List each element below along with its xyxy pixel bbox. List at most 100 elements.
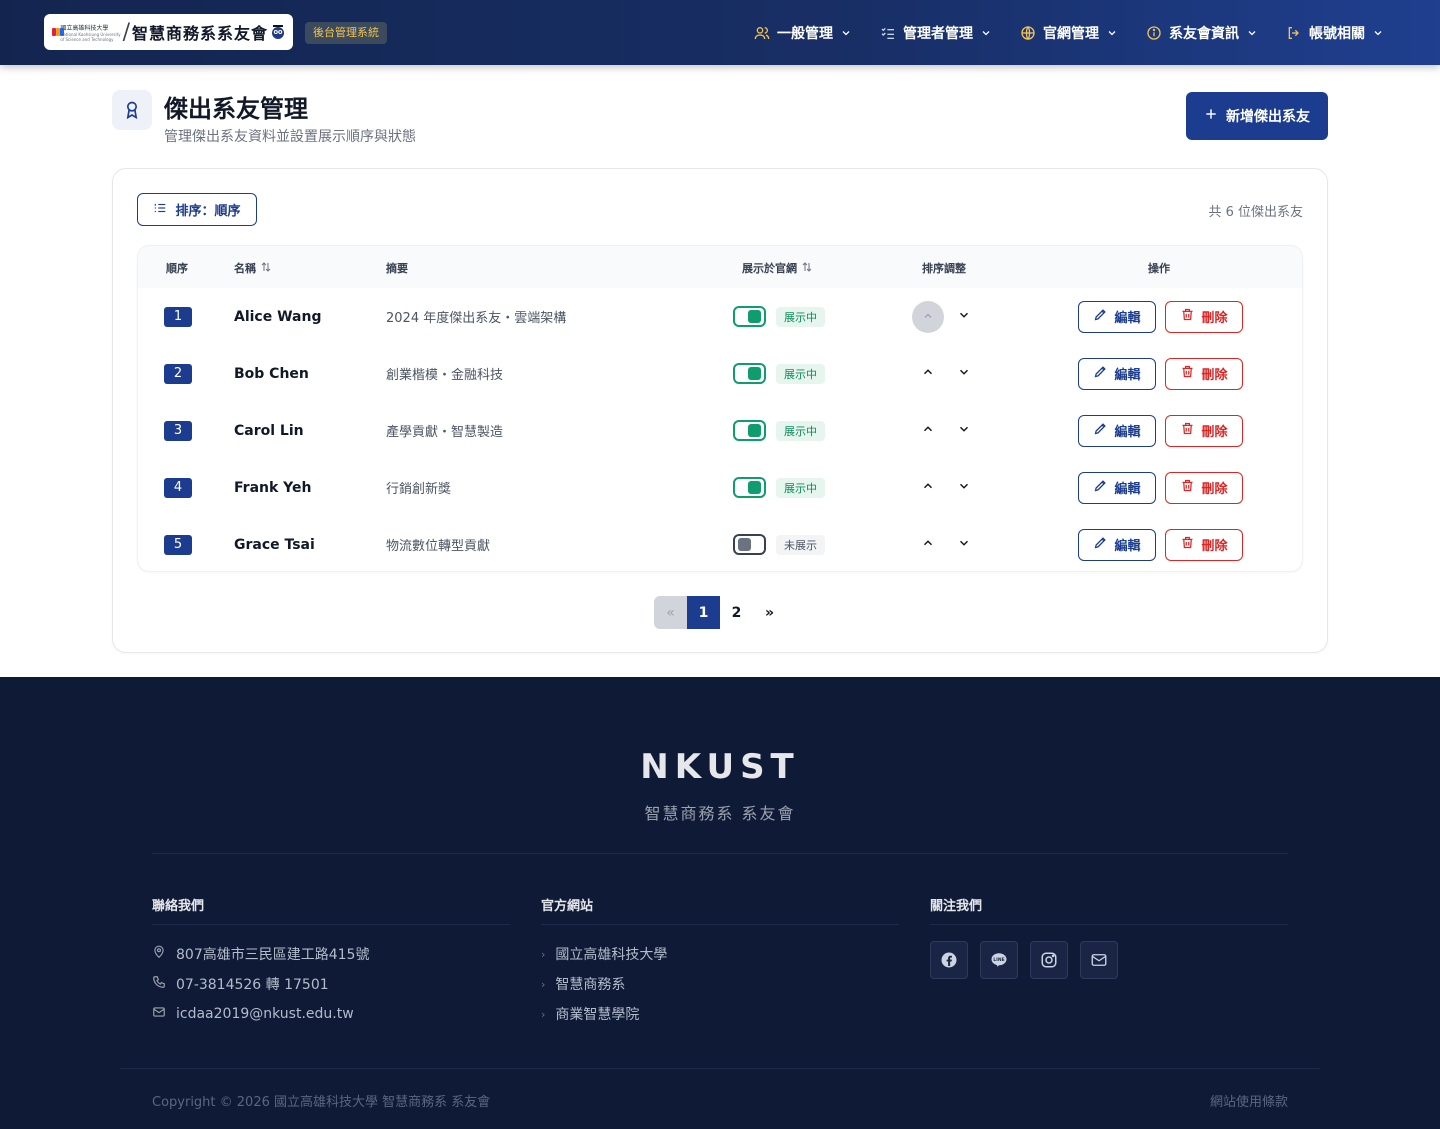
delete-button[interactable]: 刪除 [1165,414,1243,447]
move-up-button[interactable] [912,300,944,333]
order-cell: 3 [164,402,192,459]
delete-button[interactable]: 刪除 [1165,357,1243,390]
move-up-button[interactable] [912,358,944,390]
name-cell: Alice Wang [234,288,321,345]
owl-mascot-icon [271,24,285,40]
line-icon[interactable]: LINE [980,941,1018,979]
contact-phone[interactable]: 07-3814526 轉 17501 [152,973,510,995]
alumni-summary: 物流數位轉型貢獻 [386,539,491,554]
th-actions: 操作 [1148,262,1170,275]
map-pin-icon [152,945,166,963]
summary-cell: 產學貢獻・智慧製造 [386,402,503,459]
move-up-button[interactable] [912,529,944,561]
delete-button[interactable]: 刪除 [1165,528,1243,561]
pencil-icon [1093,478,1108,497]
move-down-button[interactable] [948,358,980,390]
site-link[interactable]: › 商業智慧學院 [541,1003,899,1025]
name-cell: Bob Chen [234,345,309,402]
footer-sites: 官方網站 › 國立高雄科技大學 › 智慧商務系 › 商業智慧學院 [541,895,899,1033]
reorder-cell [912,459,980,516]
visible-cell: 展示中 [733,402,825,459]
alumni-name: Alice Wang [234,308,322,325]
site-logo[interactable]: 國立高雄科技大學 National Kaohsiung University o… [44,14,293,50]
footer-brand: NKUST [640,747,800,787]
chevron-up-icon [921,421,935,440]
nav-admin-management[interactable]: 管理者管理 [880,23,992,43]
prev-page-button[interactable]: « [654,596,687,629]
contact-email[interactable]: icdaa2019@nkust.edu.tw [152,1003,510,1025]
table-row: 5 Grace Tsai 物流數位轉型貢獻 未展示 編輯 刪除 [138,516,1302,571]
table-row: 2 Bob Chen 創業楷模・金融科技 展示中 編輯 刪除 [138,345,1302,402]
visibility-toggle[interactable] [733,306,766,327]
visibility-toggle[interactable] [733,420,766,441]
edit-button[interactable]: 編輯 [1078,300,1156,333]
logo-school-text: 國立高雄科技大學 National Kaohsiung University o… [60,24,121,42]
next-page-button[interactable]: » [753,596,786,629]
toggle-knob [748,310,761,323]
site-footer: NKUST 智慧商務系 系友會 聯絡我們 807高雄市三民區建工路415號 07… [0,677,1440,1129]
list-ordered-icon [153,201,167,219]
chevron-down-icon [1372,27,1384,39]
chevron-up-icon [921,364,935,383]
move-down-button[interactable] [948,529,980,561]
footer-follow: 關注我們 LINE [930,895,1288,979]
move-down-button[interactable] [948,415,980,447]
alumni-count: 共 6 位傑出系友 [1208,205,1303,220]
footer-contact: 聯絡我們 807高雄市三民區建工路415號 07-3814526 轉 17501… [152,895,510,1033]
mail-icon [152,1005,166,1023]
alumni-name: Grace Tsai [234,536,315,553]
status-badge: 展示中 [776,306,825,327]
move-up-button[interactable] [912,415,944,447]
chevron-down-icon [957,421,971,440]
nav-website-management[interactable]: 官網管理 [1020,23,1118,43]
edit-button[interactable]: 編輯 [1078,528,1156,561]
instagram-icon[interactable] [1030,941,1068,979]
page-title: 傑出系友管理 [164,95,308,123]
nav-label: 系友會資訊 [1169,25,1239,42]
sort-button[interactable]: 排序：順序 [137,193,257,226]
name-cell: Grace Tsai [234,516,315,571]
terms-link[interactable]: 網站使用條款 [1210,1091,1288,1110]
facebook-icon[interactable] [930,941,968,979]
th-name[interactable]: 名稱 [234,260,272,276]
actions-cell: 編輯 刪除 [1078,459,1243,516]
chevron-down-icon [957,478,971,497]
edit-button[interactable]: 編輯 [1078,357,1156,390]
footer-bottom-divider [120,1068,1320,1069]
email-icon[interactable] [1080,941,1118,979]
nav-alumni-info[interactable]: 系友會資訊 [1146,23,1258,43]
site-link[interactable]: › 智慧商務系 [541,973,899,995]
move-down-button[interactable] [948,301,980,333]
delete-button[interactable]: 刪除 [1165,471,1243,504]
summary-cell: 創業楷模・金融科技 [386,345,503,402]
name-cell: Frank Yeh [234,459,312,516]
chevron-up-icon [922,307,934,326]
reorder-cell [912,402,980,459]
nav-general-management[interactable]: 一般管理 [754,23,852,43]
page-1-button[interactable]: 1 [687,596,720,629]
sites-title: 官方網站 [541,895,899,925]
edit-button[interactable]: 編輯 [1078,414,1156,447]
info-icon [1146,25,1162,41]
globe-icon [1020,25,1036,41]
reorder-cell [912,288,980,345]
site-link[interactable]: › 國立高雄科技大學 [541,943,899,965]
pencil-icon [1093,364,1108,383]
page-2-button[interactable]: 2 [720,596,753,629]
alumni-summary: 產學貢獻・智慧製造 [386,425,504,440]
visibility-toggle[interactable] [733,477,766,498]
chevron-up-icon [921,478,935,497]
edit-button[interactable]: 編輯 [1078,471,1156,504]
move-up-button[interactable] [912,472,944,504]
visibility-toggle[interactable] [733,363,766,384]
trash-icon [1180,421,1195,440]
move-down-button[interactable] [948,472,980,504]
alumni-summary: 2024 年度傑出系友・雲端架構 [386,311,567,326]
delete-button[interactable]: 刪除 [1165,300,1243,333]
logo-separator: / [122,19,130,45]
nav-account[interactable]: 帳號相關 [1286,23,1384,43]
th-visible[interactable]: 展示於官網 [742,260,813,276]
order-badge: 2 [164,363,192,384]
visibility-toggle[interactable] [733,534,766,555]
add-alumni-button[interactable]: 新增傑出系友 [1186,92,1328,140]
